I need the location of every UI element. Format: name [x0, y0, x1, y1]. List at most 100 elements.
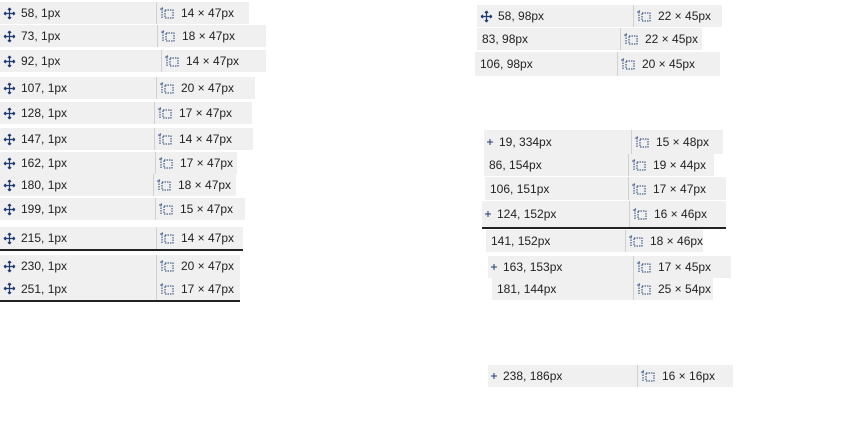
size-readout: 22 × 45px — [620, 28, 698, 50]
dimensions-icon — [635, 135, 649, 148]
size-readout: 14 × 47px — [156, 2, 234, 24]
dimensions-icon — [160, 81, 174, 94]
measurement-readout: 238, 186px 16 × 16px — [488, 365, 733, 387]
position-text: 199, 1px — [21, 202, 68, 216]
size-text: 19 × 44px — [653, 158, 707, 172]
position-text: 107, 1px — [21, 81, 68, 95]
move-icon — [3, 179, 16, 191]
measurement-readout: 215, 1px 14 × 47px — [0, 227, 243, 251]
measurement-readout: 124, 152px 16 × 46px — [482, 201, 726, 229]
measurement-readout: 181, 144px 25 × 54px — [492, 278, 713, 300]
dimensions-icon — [632, 158, 646, 171]
size-text: 16 × 46px — [654, 207, 708, 221]
dimensions-icon — [637, 9, 651, 22]
move-icon — [3, 55, 16, 67]
move-icon — [3, 7, 16, 19]
size-text: 17 × 47px — [653, 181, 707, 196]
measurement-readout: 251, 1px 17 × 47px — [0, 277, 240, 302]
move-icon — [3, 107, 16, 119]
size-text: 17 × 47px — [179, 106, 233, 120]
position-text: 163, 153px — [503, 260, 563, 274]
size-readout: 20 × 45px — [617, 52, 695, 76]
size-text: 18 × 46px — [650, 234, 704, 248]
move-icon — [3, 30, 16, 42]
measurement-readout: 180, 1px 18 × 47px — [0, 174, 236, 196]
position-readout: 215, 1px — [0, 227, 156, 249]
position-text: 106, 98px — [480, 57, 533, 71]
position-text: 181, 144px — [497, 282, 557, 296]
move-icon — [480, 10, 493, 22]
size-readout: 15 × 47px — [155, 198, 233, 220]
position-text: 215, 1px — [21, 231, 68, 245]
position-readout: 141, 152px — [486, 230, 625, 252]
position-readout: 124, 152px — [482, 201, 629, 227]
dimensions-icon — [160, 231, 174, 244]
measurement-readout: 106, 151px 17 × 47px — [485, 177, 726, 200]
size-text: 20 × 45px — [642, 57, 696, 71]
dimensions-icon — [158, 132, 172, 145]
size-text: 18 × 47px — [178, 178, 232, 192]
position-text: 238, 186px — [503, 369, 563, 383]
size-readout: 17 × 47px — [154, 102, 232, 124]
position-text: 58, 1px — [21, 6, 61, 20]
size-text: 15 × 48px — [656, 135, 710, 149]
size-readout: 25 × 54px — [633, 278, 711, 300]
move-icon — [3, 133, 16, 145]
dimensions-icon — [629, 234, 643, 247]
dimensions-icon — [637, 282, 651, 295]
size-readout: 16 × 46px — [629, 201, 707, 227]
position-text: 19, 334px — [499, 135, 552, 149]
measurement-readout: 147, 1px 14 × 47px — [0, 128, 253, 150]
position-text: 141, 152px — [491, 234, 551, 248]
size-readout: 22 × 45px — [633, 5, 711, 27]
measurement-canvas: { "readouts": [ {"position": "58, 1px", … — [0, 0, 853, 441]
position-readout: 163, 153px — [488, 256, 633, 278]
size-readout: 14 × 47px — [156, 227, 234, 249]
position-readout: 106, 151px — [485, 177, 628, 200]
position-readout: 106, 98px — [475, 52, 617, 76]
size-readout: 14 × 47px — [161, 50, 239, 72]
measurement-readout: 107, 1px 20 × 47px — [0, 77, 255, 99]
size-text: 14 × 47px — [179, 132, 233, 146]
size-readout: 18 × 47px — [153, 174, 231, 196]
size-text: 22 × 45px — [658, 9, 712, 23]
move-icon — [3, 232, 16, 244]
size-text: 20 × 47px — [181, 259, 235, 273]
position-readout: 128, 1px — [0, 102, 154, 124]
move-icon — [485, 211, 491, 217]
dimensions-icon — [158, 106, 172, 119]
dimensions-icon — [160, 6, 174, 19]
position-text: 180, 1px — [21, 178, 68, 192]
dimensions-icon — [165, 54, 179, 67]
measurement-readout: 141, 152px 18 × 46px — [486, 230, 703, 252]
size-text: 18 × 47px — [182, 29, 236, 43]
position-readout: 162, 1px — [0, 152, 155, 174]
position-readout: 230, 1px — [0, 255, 156, 277]
measurement-readout: 73, 1px 18 × 47px — [0, 25, 266, 47]
position-text: 230, 1px — [21, 259, 68, 273]
position-text: 58, 98px — [498, 9, 545, 23]
dimensions-icon — [641, 369, 655, 382]
size-text: 22 × 45px — [645, 32, 699, 46]
measurement-readout: 230, 1px 20 × 47px — [0, 255, 240, 277]
position-text: 128, 1px — [21, 106, 68, 120]
move-icon — [3, 282, 16, 295]
position-readout: 58, 98px — [477, 5, 633, 27]
size-text: 14 × 47px — [181, 231, 235, 245]
position-readout: 180, 1px — [0, 174, 153, 196]
size-text: 14 × 47px — [186, 54, 240, 68]
position-readout: 251, 1px — [0, 277, 156, 300]
measurement-readout: 128, 1px 17 × 47px — [0, 102, 252, 124]
dimensions-icon — [621, 57, 635, 70]
position-text: 73, 1px — [21, 29, 61, 43]
move-icon — [487, 139, 493, 145]
move-icon — [3, 82, 16, 94]
position-text: 162, 1px — [21, 156, 68, 170]
dimensions-icon — [624, 32, 638, 45]
position-readout: 73, 1px — [0, 25, 157, 47]
size-text: 25 × 54px — [658, 282, 712, 296]
size-text: 17 × 47px — [180, 156, 234, 170]
size-text: 17 × 45px — [658, 260, 712, 274]
move-icon — [491, 264, 497, 270]
dimensions-icon — [159, 202, 173, 215]
